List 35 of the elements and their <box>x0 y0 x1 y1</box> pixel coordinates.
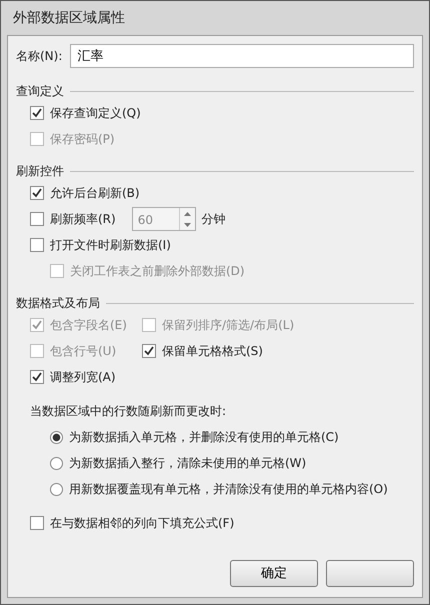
checkbox[interactable] <box>30 106 44 120</box>
radio-button[interactable] <box>50 482 63 496</box>
name-field[interactable]: 汇率 <box>70 44 414 68</box>
radio-button[interactable] <box>50 430 63 444</box>
checkbox-label: 包含字段名(E) <box>50 317 127 334</box>
radio-button[interactable] <box>50 456 63 470</box>
group-label: 当数据区域中的行数随刷新而更改时: <box>30 403 226 420</box>
window-title: 外部数据区域属性 <box>13 8 125 28</box>
dialog-button[interactable] <box>326 560 414 587</box>
ok-button[interactable]: 确定 <box>230 560 318 587</box>
checkbox[interactable] <box>30 516 44 530</box>
checkbox[interactable] <box>30 370 44 384</box>
checkbox-label: 保存密码(P) <box>50 131 115 148</box>
radio-label: 用新数据覆盖现有单元格，并清除没有使用的单元格内容(O) <box>69 481 388 498</box>
checkbox-label: 刷新频率(R) <box>50 211 116 228</box>
section-title: 刷新控件 <box>16 163 64 180</box>
unit-label: 分钟 <box>202 211 226 228</box>
radio-label: 为新数据插入单元格，并删除没有使用的单元格(C) <box>69 429 339 446</box>
checkbox[interactable] <box>30 212 44 226</box>
checkbox[interactable] <box>30 238 44 252</box>
checkbox-label: 包含行号(U) <box>50 343 116 360</box>
checkbox-label: 打开文件时刷新数据(I) <box>50 237 171 254</box>
checkbox-label: 保留单元格格式(S) <box>162 343 263 360</box>
checkbox-label: 在与数据相邻的列向下填充公式(F) <box>50 515 234 532</box>
checkbox[interactable] <box>142 344 156 358</box>
radio-label: 为新数据插入整行，清除未使用的单元格(W) <box>69 455 306 472</box>
checkbox-label: 允许后台刷新(B) <box>50 185 140 202</box>
checkbox-label: 关闭工作表之前删除外部数据(D) <box>70 263 245 280</box>
checkbox[interactable] <box>30 186 44 200</box>
checkbox-label: 调整列宽(A) <box>50 369 116 386</box>
checkbox-label: 保存查询定义(Q) <box>50 105 141 122</box>
checkbox-label: 保留列排序/筛选/布局(L) <box>162 317 294 334</box>
section-title: 数据格式及布局 <box>16 295 100 312</box>
section-title: 查询定义 <box>16 83 64 100</box>
name-label: 名称(N): <box>16 48 62 65</box>
